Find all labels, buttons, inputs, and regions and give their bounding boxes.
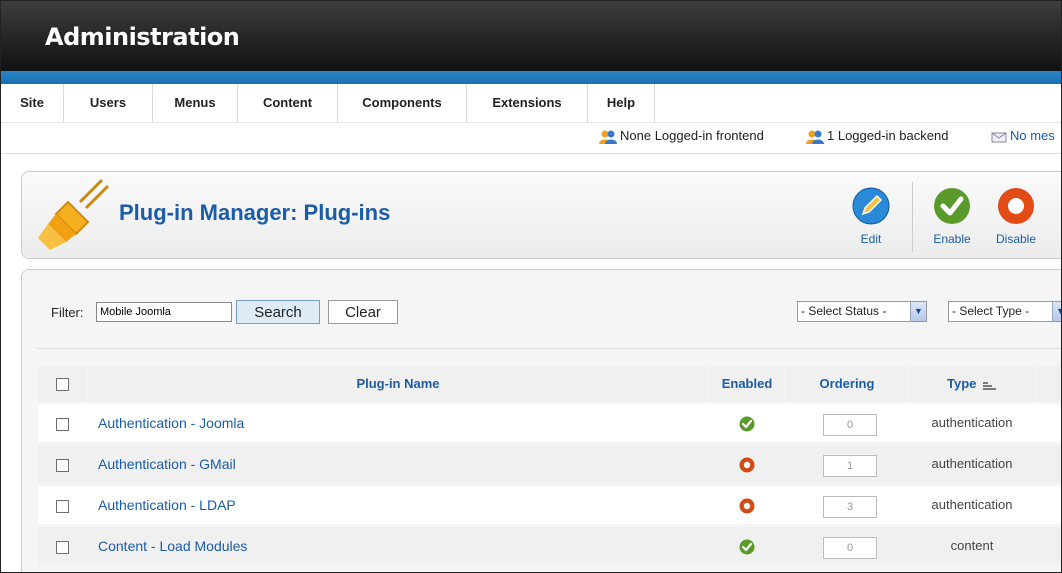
edit-button[interactable]: Edit (840, 186, 902, 248)
disable-button-label: Disable (995, 232, 1037, 246)
disabled-icon[interactable] (739, 457, 755, 473)
ordering-input[interactable] (823, 496, 877, 518)
backend-status[interactable]: 1 Logged-in backend (806, 128, 948, 145)
type-select-value: - Select Type - (952, 304, 1030, 318)
enabled-cell (710, 527, 784, 565)
select-all-checkbox[interactable] (55, 378, 69, 392)
header-ordering[interactable]: Ordering (786, 366, 908, 402)
plugin-name-link[interactable]: Authentication - GMail (98, 445, 236, 483)
enable-button[interactable]: Enable (921, 186, 983, 248)
disable-button[interactable]: Disable (985, 186, 1047, 248)
disabled-icon[interactable] (739, 498, 755, 514)
row-checkbox-cell (38, 486, 86, 524)
header-type[interactable]: Type (910, 366, 1034, 402)
admin-window: Administration Site Users Menus Content … (0, 0, 1062, 573)
filter-label: Filter: (51, 305, 84, 320)
admin-title: Administration (45, 23, 240, 51)
type-select[interactable]: - Select Type - ▼ (948, 301, 1061, 322)
toolbar-separator (912, 182, 913, 252)
messages-label: No mes (1010, 128, 1055, 143)
plugin-type: authentication (931, 415, 1013, 430)
menu-menus[interactable]: Menus (153, 84, 238, 122)
header-extra (1036, 366, 1061, 402)
menu-components[interactable]: Components (338, 84, 467, 122)
main-menu: Site Users Menus Content Components Exte… (1, 84, 1061, 123)
plugin-type: authentication (931, 497, 1013, 512)
plugin-icon (38, 178, 110, 250)
row-checkbox[interactable] (55, 499, 69, 513)
chevron-down-icon: ▼ (910, 302, 926, 321)
toolbar: Plug-in Manager: Plug-ins Edit Enable Di… (21, 171, 1061, 259)
menu-site[interactable]: Site (1, 84, 64, 122)
status-bar: None Logged-in frontend 1 Logged-in back… (1, 123, 1061, 154)
ordering-input[interactable] (823, 414, 877, 436)
messages-link[interactable]: No mes (991, 128, 1055, 144)
header-plugin-name[interactable]: Plug-in Name (88, 366, 708, 402)
ordering-input[interactable] (823, 455, 877, 477)
enabled-check-icon[interactable] (739, 416, 755, 432)
table-row[interactable]: Authentication - LDAP authentication (38, 486, 1061, 524)
row-checkbox[interactable] (55, 540, 69, 554)
header-band (1, 71, 1061, 84)
frontend-status-label: None Logged-in frontend (620, 128, 764, 143)
header-enabled[interactable]: Enabled (710, 366, 784, 402)
table-row[interactable]: Authentication - GMail authentication (38, 445, 1061, 483)
plugin-name-link[interactable]: Authentication - LDAP (98, 486, 236, 524)
header-type-label: Type (946, 376, 977, 391)
table-row[interactable]: Authentication - Joomla authentication (38, 404, 1061, 442)
content-panel: Filter: Search Clear - Select Status - ▼… (21, 269, 1061, 572)
admin-header: Administration (1, 1, 1061, 71)
plugin-name-link[interactable]: Content - Load Modules (98, 527, 247, 565)
row-checkbox-cell (38, 404, 86, 442)
edit-button-label: Edit (860, 232, 882, 246)
row-checkbox[interactable] (55, 417, 69, 431)
users-icon (599, 130, 617, 144)
menu-users[interactable]: Users (64, 84, 153, 122)
plugin-name-link[interactable]: Authentication - Joomla (98, 404, 244, 442)
sort-icon (983, 381, 996, 390)
status-select-value: - Select Status - (801, 304, 887, 318)
check-icon (934, 188, 970, 224)
divider (37, 348, 1061, 349)
header-checkbox-cell (38, 366, 86, 402)
table-header: Plug-in Name Enabled Ordering Type (38, 366, 1061, 402)
menu-content[interactable]: Content (238, 84, 338, 122)
enabled-check-icon[interactable] (739, 539, 755, 555)
enabled-cell (710, 404, 784, 442)
table-row[interactable]: Content - Load Modules content (38, 527, 1061, 565)
frontend-status[interactable]: None Logged-in frontend (599, 128, 764, 145)
status-select[interactable]: - Select Status - ▼ (797, 301, 927, 322)
edit-icon (852, 187, 890, 225)
ordering-input[interactable] (823, 537, 877, 559)
menu-help[interactable]: Help (588, 84, 655, 122)
disable-icon (998, 188, 1034, 224)
message-icon (991, 132, 1007, 143)
enable-button-label: Enable (933, 232, 971, 246)
plugin-type: content (950, 538, 994, 553)
enabled-cell (710, 445, 784, 483)
chevron-down-icon: ▼ (1052, 302, 1061, 321)
row-checkbox-cell (38, 445, 86, 483)
row-checkbox-cell (38, 527, 86, 565)
search-button[interactable]: Search (236, 300, 320, 324)
page-title: Plug-in Manager: Plug-ins (119, 200, 391, 225)
users-icon (806, 130, 824, 144)
clear-button[interactable]: Clear (328, 300, 398, 324)
plugin-type: authentication (931, 456, 1013, 471)
menu-extensions[interactable]: Extensions (467, 84, 588, 122)
row-checkbox[interactable] (55, 458, 69, 472)
backend-status-label: 1 Logged-in backend (827, 128, 949, 143)
filter-input[interactable] (96, 302, 232, 322)
enabled-cell (710, 486, 784, 524)
